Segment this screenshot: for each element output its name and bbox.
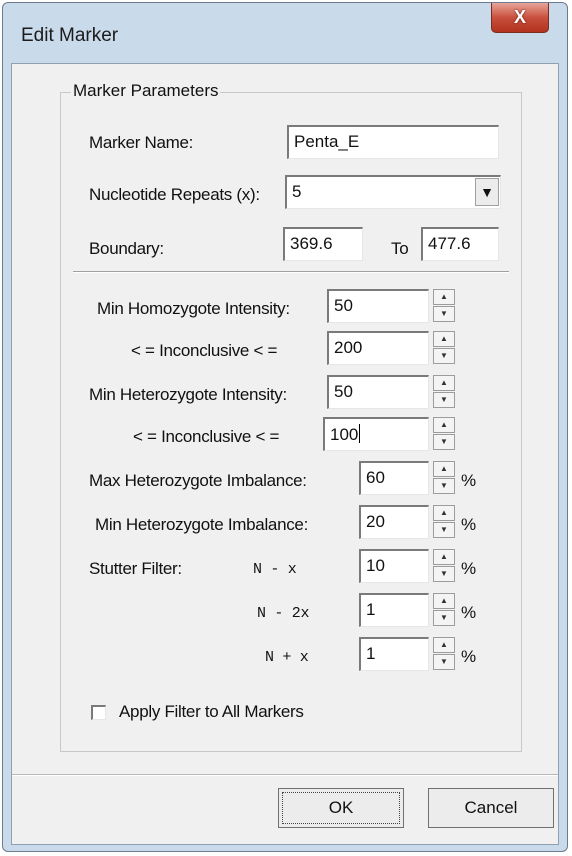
marker-name-input[interactable]: Penta_E: [287, 125, 499, 159]
window-title: Edit Marker: [21, 25, 119, 46]
triangle-down-icon[interactable]: ▼: [433, 434, 455, 450]
hetero-inconclusive-spinner[interactable]: ▲ ▼: [433, 417, 455, 451]
min-heterozygote-spinner[interactable]: ▲ ▼: [433, 375, 455, 409]
stutter-n-plus-x-input[interactable]: 1: [359, 637, 429, 671]
apply-filter-label[interactable]: Apply Filter to All Markers: [119, 702, 304, 722]
stutter-filter-label: Stutter Filter:: [89, 559, 182, 578]
triangle-up-icon[interactable]: ▲: [433, 505, 455, 521]
nucleotide-repeats-label: Nucleotide Repeats (x):: [89, 185, 260, 204]
triangle-down-icon[interactable]: ▼: [433, 566, 455, 582]
min-imbalance-input[interactable]: 20: [359, 505, 429, 539]
triangle-up-icon[interactable]: ▲: [433, 637, 455, 653]
close-icon: X: [513, 7, 526, 27]
cancel-button[interactable]: Cancel: [428, 788, 554, 828]
hetero-inconclusive-label: < = Inconclusive < =: [133, 427, 280, 446]
triangle-down-icon[interactable]: ▼: [433, 478, 455, 494]
homo-inconclusive-input[interactable]: 200: [327, 331, 429, 365]
marker-parameters-group: Marker Parameters Marker Name: Penta_E N…: [60, 81, 522, 752]
close-button[interactable]: X: [491, 3, 549, 33]
min-imbalance-spinner[interactable]: ▲ ▼: [433, 505, 455, 539]
triangle-up-icon[interactable]: ▲: [433, 375, 455, 391]
triangle-down-icon[interactable]: ▼: [433, 654, 455, 670]
stutter-n-minus-x-unit: %: [461, 559, 476, 578]
edit-marker-dialog: Edit Marker X Marker Parameters Marker N…: [2, 2, 568, 852]
ok-button[interactable]: OK: [278, 788, 404, 828]
chevron-down-icon[interactable]: ▼: [475, 178, 499, 206]
triangle-down-icon[interactable]: ▼: [433, 610, 455, 626]
max-imbalance-unit: %: [461, 471, 476, 490]
triangle-down-icon[interactable]: ▼: [433, 392, 455, 408]
triangle-up-icon[interactable]: ▲: [433, 461, 455, 477]
min-homozygote-spinner[interactable]: ▲ ▼: [433, 289, 455, 323]
stutter-n-minus-x-input[interactable]: 10: [359, 549, 429, 583]
triangle-down-icon[interactable]: ▼: [433, 348, 455, 364]
min-imbalance-label: Min Heterozygote Imbalance:: [95, 515, 309, 534]
dialog-body: Marker Parameters Marker Name: Penta_E N…: [11, 63, 559, 845]
stutter-n-minus-2x-unit: %: [461, 603, 476, 622]
footer-divider: [12, 774, 558, 776]
boundary-to-input[interactable]: 477.6: [421, 227, 499, 261]
triangle-down-icon[interactable]: ▼: [433, 522, 455, 538]
apply-filter-checkbox[interactable]: [91, 705, 106, 720]
triangle-up-icon[interactable]: ▲: [433, 289, 455, 305]
triangle-up-icon[interactable]: ▲: [433, 331, 455, 347]
divider: [73, 271, 509, 273]
marker-name-label: Marker Name:: [89, 133, 194, 152]
stutter-n-minus-x-spinner[interactable]: ▲ ▼: [433, 549, 455, 583]
min-heterozygote-input[interactable]: 50: [327, 375, 429, 409]
stutter-n-plus-x-spinner[interactable]: ▲ ▼: [433, 637, 455, 671]
boundary-to-label: To: [391, 239, 409, 258]
triangle-up-icon[interactable]: ▲: [433, 593, 455, 609]
max-imbalance-spinner[interactable]: ▲ ▼: [433, 461, 455, 495]
homo-inconclusive-spinner[interactable]: ▲ ▼: [433, 331, 455, 365]
group-label: Marker Parameters: [71, 81, 221, 101]
title-bar[interactable]: Edit Marker X: [3, 3, 567, 63]
homo-inconclusive-label: < = Inconclusive < =: [131, 341, 278, 360]
stutter-n-minus-2x-input[interactable]: 1: [359, 593, 429, 627]
triangle-up-icon[interactable]: ▲: [433, 549, 455, 565]
min-heterozygote-label: Min Heterozygote Intensity:: [89, 385, 287, 404]
stutter-n-plus-x-unit: %: [461, 647, 476, 666]
text-caret: [359, 424, 361, 443]
stutter-n-minus-2x-spinner[interactable]: ▲ ▼: [433, 593, 455, 627]
stutter-expr-n-plus-x: N + x: [265, 649, 309, 666]
stutter-expr-n-minus-x: N - x: [253, 561, 297, 578]
boundary-from-input[interactable]: 369.6: [283, 227, 363, 261]
min-homozygote-input[interactable]: 50: [327, 289, 429, 323]
min-homozygote-label: Min Homozygote Intensity:: [97, 299, 290, 318]
max-imbalance-label: Max Heterozygote Imbalance:: [89, 471, 307, 490]
stutter-expr-n-minus-2x: N - 2x: [257, 605, 310, 622]
nucleotide-repeats-select[interactable]: 5 ▼: [285, 175, 501, 209]
max-imbalance-input[interactable]: 60: [359, 461, 429, 495]
boundary-label: Boundary:: [89, 239, 164, 258]
min-imbalance-unit: %: [461, 515, 476, 534]
triangle-up-icon[interactable]: ▲: [433, 417, 455, 433]
triangle-down-icon[interactable]: ▼: [433, 306, 455, 322]
hetero-inconclusive-input[interactable]: 100: [323, 417, 429, 451]
